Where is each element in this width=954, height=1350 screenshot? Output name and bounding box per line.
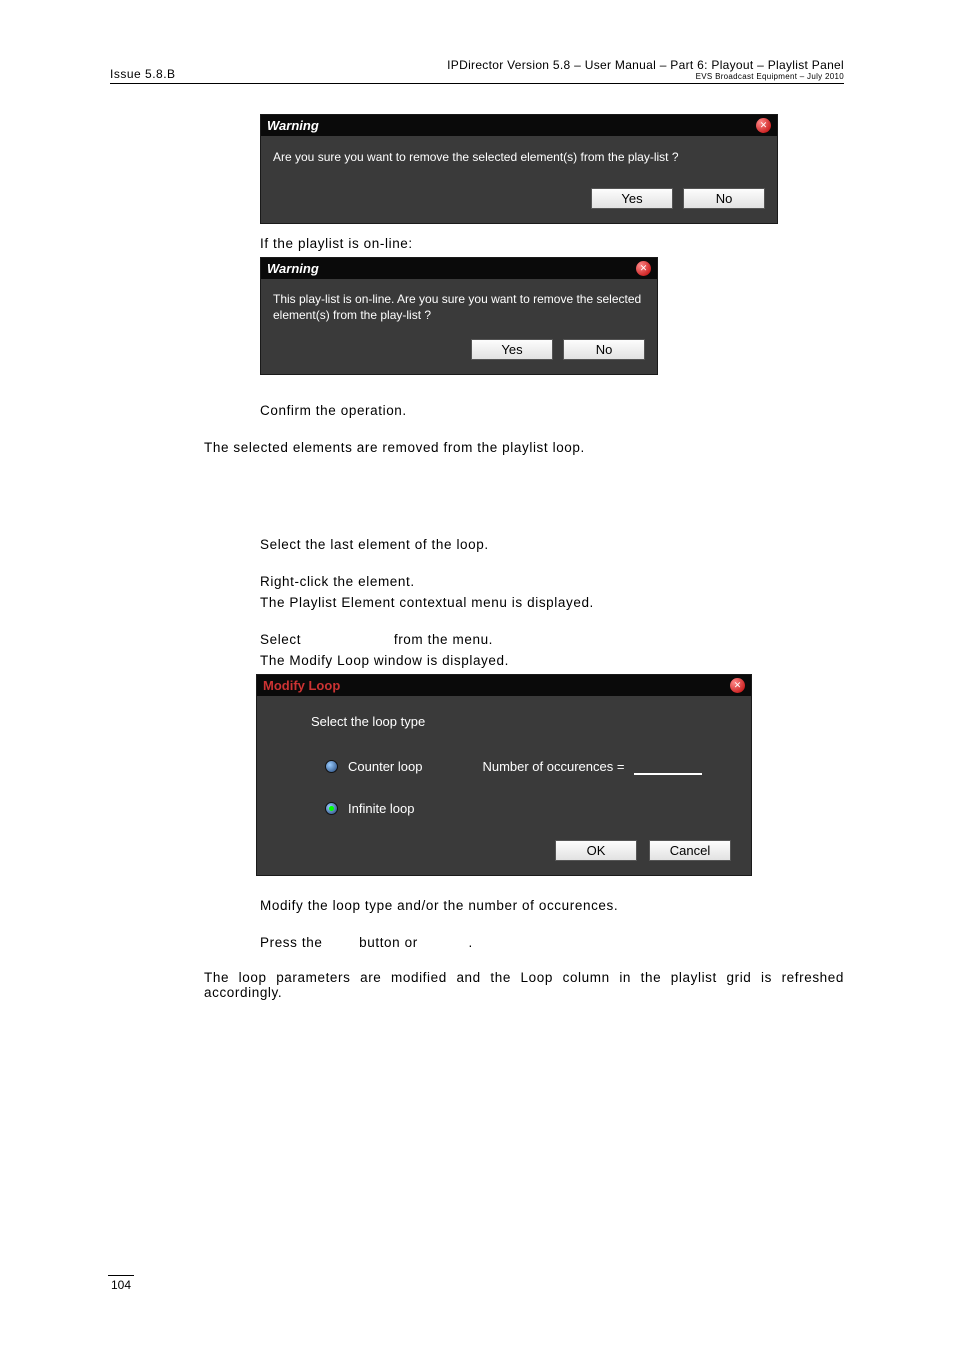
yes-button[interactable]: Yes	[591, 188, 673, 209]
text-online: If the playlist is on-line:	[260, 236, 844, 251]
text-confirm: Confirm the operation.	[260, 403, 844, 418]
yes-button[interactable]: Yes	[471, 339, 553, 360]
warning-dialog-remove: Warning ✕ Are you sure you want to remov…	[260, 114, 778, 224]
dialog-message: This play-list is on-line. Are you sure …	[261, 279, 657, 329]
text-press-mid: button or	[359, 935, 422, 950]
issue-label: Issue 5.8.B	[110, 67, 176, 81]
modify-loop-dialog: Modify Loop ✕ Select the loop type Count…	[256, 674, 752, 876]
infinite-loop-row: Infinite loop	[311, 801, 711, 816]
text-select-pre: Select	[260, 632, 305, 647]
dialog-titlebar: Warning ✕	[261, 258, 657, 279]
counter-loop-label: Counter loop	[348, 759, 422, 774]
dialog-buttons: OK Cancel	[257, 820, 751, 875]
dialog-message: Are you sure you want to remove the sele…	[261, 136, 777, 178]
no-button[interactable]: No	[683, 188, 765, 209]
text-press: Press the button or .	[260, 935, 844, 950]
no-button[interactable]: No	[563, 339, 645, 360]
header-subtitle: EVS Broadcast Equipment – July 2010	[447, 72, 844, 81]
cancel-button[interactable]: Cancel	[649, 840, 731, 861]
infinite-loop-label: Infinite loop	[348, 801, 415, 816]
text-modify-shown: The Modify Loop window is displayed.	[260, 653, 844, 668]
dialog-titlebar: Warning ✕	[261, 115, 777, 136]
infinite-loop-radio[interactable]	[325, 802, 338, 815]
text-select-menu: Select from the menu.	[260, 632, 844, 647]
close-icon[interactable]: ✕	[636, 261, 651, 276]
dialog-title: Warning	[267, 261, 319, 276]
occurences-input[interactable]	[634, 757, 702, 775]
dialog-title: Warning	[267, 118, 319, 133]
dialog-titlebar: Modify Loop ✕	[257, 675, 751, 696]
dialog-title: Modify Loop	[263, 678, 340, 693]
radio-selected-dot	[329, 806, 334, 811]
counter-loop-radio[interactable]	[325, 760, 338, 773]
text-modify-type: Modify the loop type and/or the number o…	[260, 898, 844, 913]
text-press-pre: Press the	[260, 935, 327, 950]
text-right-click: Right-click the element.	[260, 574, 844, 589]
close-icon[interactable]: ✕	[730, 678, 745, 693]
dialog-buttons: Yes No	[261, 178, 777, 223]
occurences-label: Number of occurences =	[482, 759, 624, 774]
dialog-buttons: Yes No	[261, 329, 657, 374]
select-loop-type-label: Select the loop type	[311, 714, 711, 729]
content: Warning ✕ Are you sure you want to remov…	[110, 114, 844, 1000]
warning-dialog-remove-online: Warning ✕ This play-list is on-line. Are…	[260, 257, 658, 375]
text-removed: The selected elements are removed from t…	[204, 440, 844, 455]
ok-button[interactable]: OK	[555, 840, 637, 861]
text-contextual: The Playlist Element contextual menu is …	[260, 595, 844, 610]
header-right: IPDirector Version 5.8 – User Manual – P…	[447, 58, 844, 81]
dialog-body: Select the loop type Counter loop Number…	[257, 696, 751, 820]
text-select-post: from the menu.	[394, 632, 493, 647]
page-number: 104	[108, 1275, 134, 1292]
page-header: Issue 5.8.B IPDirector Version 5.8 – Use…	[110, 58, 844, 84]
counter-loop-row: Counter loop Number of occurences =	[311, 757, 711, 775]
text-select-last: Select the last element of the loop.	[260, 537, 844, 552]
text-press-post: .	[469, 935, 473, 950]
text-loop-params: The loop parameters are modified and the…	[204, 970, 844, 1000]
document-page: Issue 5.8.B IPDirector Version 5.8 – Use…	[0, 0, 954, 1350]
close-icon[interactable]: ✕	[756, 118, 771, 133]
header-title: IPDirector Version 5.8 – User Manual – P…	[447, 58, 844, 72]
